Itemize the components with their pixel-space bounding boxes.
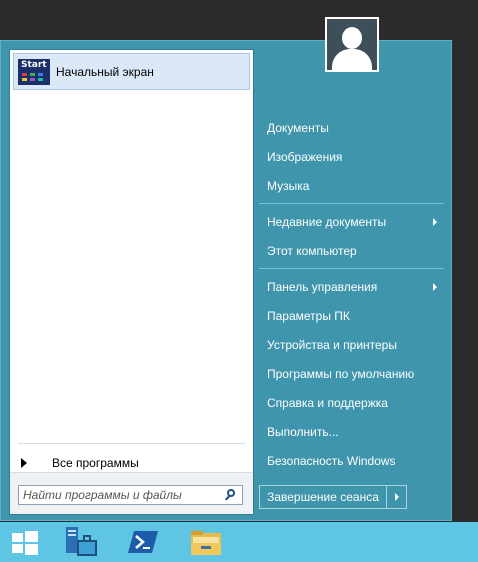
windows-logo-icon (12, 531, 38, 555)
places-pane: Документы Изображения Музыка Недавние до… (259, 41, 452, 522)
shutdown-options-button[interactable] (387, 485, 407, 509)
submenu-arrow-icon (433, 218, 437, 226)
menu-item-devices-printers[interactable]: Устройства и принтеры (259, 332, 445, 358)
start-button[interactable] (0, 522, 50, 562)
search-area (10, 472, 253, 514)
programs-pane: Start Начальный экран Все программы (9, 49, 254, 515)
sign-out-button[interactable]: Завершение сеанса (259, 485, 387, 509)
menu-item-default-programs[interactable]: Программы по умолчанию (259, 361, 445, 387)
user-avatar-icon[interactable] (325, 17, 379, 72)
shutdown-group: Завершение сеанса (259, 485, 407, 509)
pinned-start-screen[interactable]: Start Начальный экран (13, 53, 250, 90)
menu-item-help-support[interactable]: Справка и поддержка (259, 390, 445, 416)
server-manager-icon (66, 527, 97, 556)
start-menu: Start Начальный экран Все программы Найт… (0, 40, 452, 521)
menu-item-control-panel[interactable]: Панель управления (259, 274, 445, 300)
menu-item-recent-documents[interactable]: Недавние документы (259, 209, 445, 235)
menu-item-label: Панель управления (267, 280, 378, 294)
server-manager-button[interactable] (55, 522, 105, 562)
menu-item-label: Музыка (267, 179, 310, 193)
divider (259, 268, 444, 269)
menu-item-label: Изображения (267, 150, 343, 164)
menu-item-pictures[interactable]: Изображения (259, 144, 445, 170)
powershell-button[interactable] (118, 522, 168, 562)
menu-item-pc-settings[interactable]: Параметры ПК (259, 303, 445, 329)
menu-item-label: Безопасность Windows (267, 454, 396, 468)
start-tile-text: Start (21, 59, 47, 70)
chevron-right-icon (394, 493, 399, 501)
divider (259, 203, 444, 204)
search-icon[interactable] (222, 486, 240, 504)
menu-item-label: Документы (267, 121, 329, 135)
powershell-icon (128, 531, 158, 553)
menu-item-label: Параметры ПК (267, 309, 350, 323)
file-explorer-button[interactable] (181, 522, 231, 562)
search-input[interactable] (19, 486, 222, 504)
divider (18, 443, 245, 444)
menu-item-this-pc[interactable]: Этот компьютер (259, 238, 445, 264)
menu-item-label: Справка и поддержка (267, 396, 388, 410)
menu-item-run[interactable]: Выполнить... (259, 419, 445, 445)
menu-item-label: Устройства и принтеры (267, 338, 397, 352)
triangle-right-icon (21, 458, 27, 468)
menu-item-label: Этот компьютер (267, 244, 357, 258)
file-explorer-icon (191, 531, 221, 555)
menu-item-label: Программы по умолчанию (267, 367, 415, 381)
menu-item-label: Недавние документы (267, 215, 387, 229)
submenu-arrow-icon (433, 283, 437, 291)
pinned-label: Начальный экран (56, 64, 154, 79)
search-box[interactable] (18, 485, 243, 505)
all-programs-label: Все программы (52, 456, 139, 470)
menu-item-windows-security[interactable]: Безопасность Windows (259, 448, 445, 474)
menu-item-music[interactable]: Музыка (259, 173, 445, 199)
menu-item-documents[interactable]: Документы (259, 115, 445, 141)
menu-item-label: Выполнить... (267, 425, 339, 439)
taskbar (0, 521, 478, 562)
start-screen-icon: Start (18, 58, 50, 85)
